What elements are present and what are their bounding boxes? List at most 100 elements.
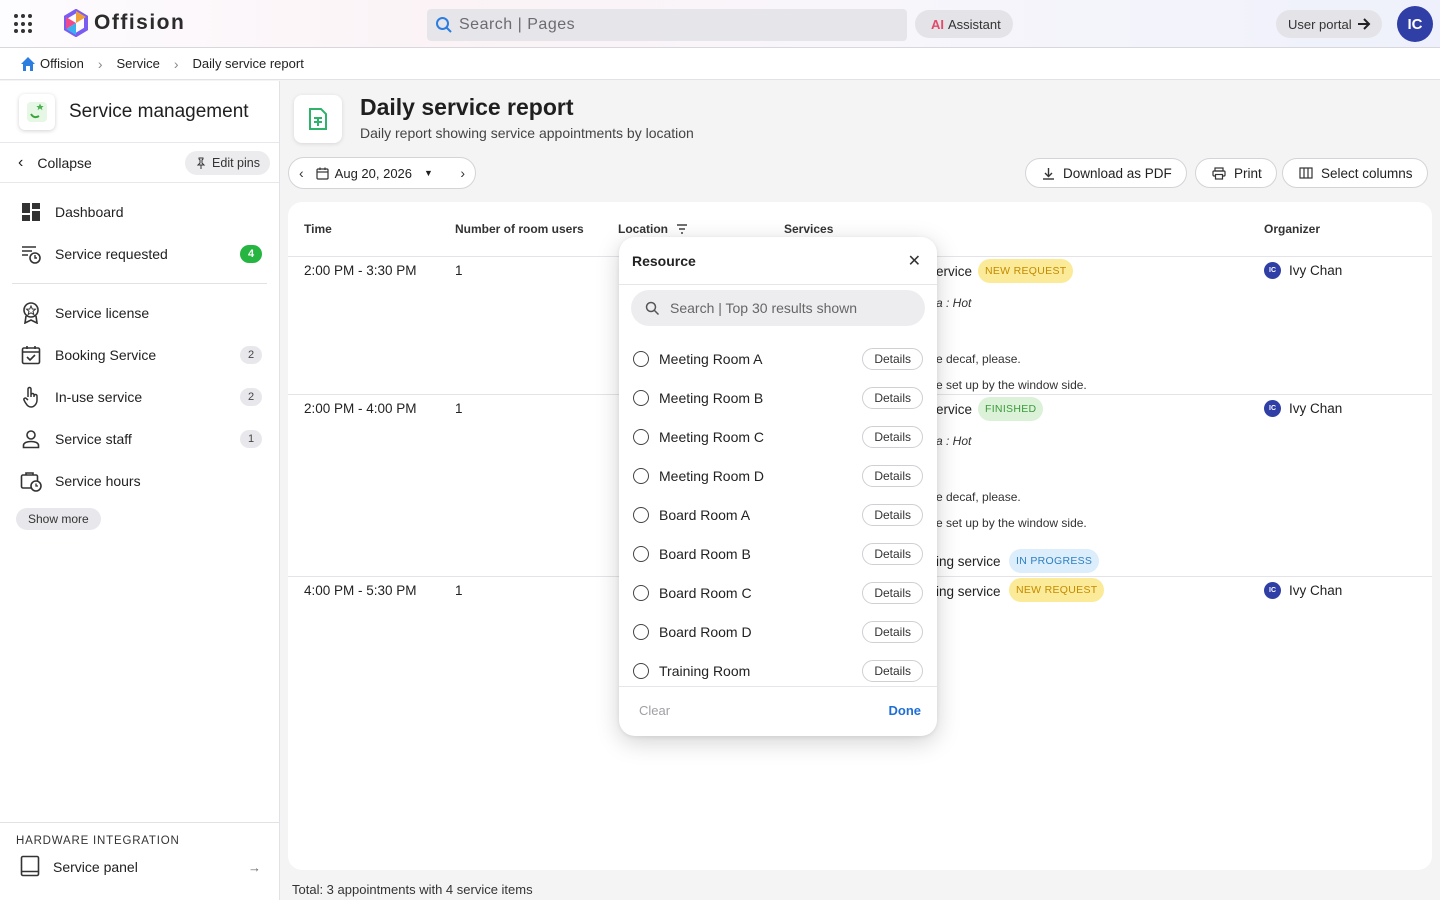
resource-option[interactable]: Meeting Room D Details [619, 456, 937, 495]
previous-day-button[interactable]: ‹ [299, 165, 304, 181]
cell-service-name: ing service [936, 554, 1001, 569]
arrow-right-icon [1357, 18, 1370, 30]
cell-room-users: 1 [455, 263, 463, 278]
radio-button[interactable] [633, 389, 649, 406]
resource-option[interactable]: Board Room B Details [619, 534, 937, 573]
sidebar-item-service-panel[interactable]: Service panel → [0, 847, 279, 887]
radio-button[interactable] [633, 350, 649, 367]
cell-service-name: ervice [936, 402, 973, 417]
count-badge: 1 [240, 430, 262, 448]
sidebar-item-in-use-service[interactable]: In-use service 2 [0, 376, 279, 418]
radio-button[interactable] [633, 428, 649, 445]
date-picker[interactable]: Aug 20, 2026 ▼ [316, 166, 433, 181]
organizer-avatar: IC [1264, 582, 1281, 599]
print-button[interactable]: Print [1195, 158, 1277, 188]
collapse-button[interactable]: ‹ Collapse Edit pins [0, 143, 279, 183]
resource-option-label: Board Room C [659, 584, 752, 601]
details-button[interactable]: Details [862, 542, 923, 565]
sidebar-item-dashboard[interactable]: Dashboard [0, 191, 279, 233]
ai-assistant-button[interactable]: AI Assistant [915, 10, 1013, 38]
sidebar-item-service-license[interactable]: Service license [0, 292, 279, 334]
sidebar-item-label: Service license [55, 305, 150, 321]
caret-down-icon: ▼ [424, 168, 433, 178]
details-button[interactable]: Details [862, 347, 923, 370]
calendar-check-icon [20, 344, 42, 366]
radio-button[interactable] [633, 584, 649, 601]
details-button[interactable]: Details [862, 503, 923, 526]
global-search-input[interactable] [459, 16, 879, 34]
popup-header: Resource ✕ [619, 237, 937, 285]
radio-button[interactable] [633, 506, 649, 523]
column-header-services[interactable]: Services [784, 222, 833, 236]
cell-time: 4:00 PM - 5:30 PM [304, 583, 417, 598]
resource-option[interactable]: Board Room C Details [619, 573, 937, 612]
breadcrumb-item: Offision [40, 56, 84, 71]
sidebar-item-service-hours[interactable]: Service hours [0, 460, 279, 502]
resource-search[interactable] [631, 290, 925, 326]
details-button[interactable]: Details [862, 464, 923, 487]
calendar-icon [316, 167, 329, 180]
pin-icon [196, 157, 206, 169]
cell-service-name: ing service [936, 584, 1001, 599]
global-search[interactable] [427, 9, 907, 41]
resource-option[interactable]: Meeting Room C Details [619, 417, 937, 456]
column-header-location-label: Location [618, 222, 668, 236]
resource-option[interactable]: Meeting Room A Details [619, 339, 937, 378]
radio-button[interactable] [633, 623, 649, 640]
details-button[interactable]: Details [862, 581, 923, 604]
show-more-button[interactable]: Show more [16, 508, 101, 530]
sidebar-item-service-requested[interactable]: Service requested 4 [0, 233, 279, 275]
resource-option[interactable]: Meeting Room B Details [619, 378, 937, 417]
resource-option[interactable]: Training Room Details [619, 651, 937, 690]
select-columns-button[interactable]: Select columns [1282, 158, 1428, 188]
download-pdf-button[interactable]: Download as PDF [1025, 158, 1187, 188]
user-portal-label: User portal [1288, 16, 1352, 32]
user-portal-button[interactable]: User portal [1276, 10, 1382, 38]
sidebar-item-label: Service panel [53, 859, 138, 875]
close-icon[interactable]: ✕ [908, 251, 921, 271]
radio-button[interactable] [633, 662, 649, 679]
sidebar-item-service-staff[interactable]: Service staff 1 [0, 418, 279, 460]
cell-organizer: IC Ivy Chan [1264, 262, 1342, 279]
resource-option-list: Meeting Room A Details Meeting Room B Deta… [619, 339, 937, 690]
cell-service-option: a : Hot [936, 434, 972, 448]
details-button[interactable]: Details [862, 386, 923, 409]
touch-icon [20, 386, 42, 408]
status-badge: FINISHED [978, 397, 1044, 421]
sidebar-header: Service management [0, 81, 279, 143]
details-button[interactable]: Details [862, 425, 923, 448]
resource-search-input[interactable] [670, 300, 910, 316]
service-management-icon [19, 93, 55, 130]
apps-grid-icon[interactable] [14, 14, 34, 34]
breadcrumb-home[interactable]: Offision [20, 56, 84, 72]
radio-button[interactable] [633, 545, 649, 562]
column-header-time[interactable]: Time [304, 222, 332, 236]
home-icon [21, 56, 35, 71]
next-day-button[interactable]: › [460, 165, 465, 181]
resource-option[interactable]: Board Room D Details [619, 612, 937, 651]
person-icon [20, 428, 42, 450]
user-avatar[interactable]: IC [1397, 6, 1433, 42]
page-title: Daily service report [360, 94, 574, 120]
details-button[interactable]: Details [862, 620, 923, 643]
columns-icon [1299, 167, 1313, 179]
breadcrumb-item[interactable]: Service [117, 56, 160, 71]
count-badge: 2 [240, 388, 262, 406]
column-header-organizer[interactable]: Organizer [1264, 222, 1320, 236]
column-header-room-users[interactable]: Number of room users [455, 222, 584, 236]
chevron-left-icon: ‹ [18, 153, 24, 171]
resource-option[interactable]: Board Room A Details [619, 495, 937, 534]
brand-logo[interactable]: Offision [64, 9, 185, 37]
edit-pins-button[interactable]: Edit pins [185, 151, 270, 175]
details-button[interactable]: Details [862, 659, 923, 682]
cell-room-users: 1 [455, 583, 463, 598]
filter-icon[interactable] [676, 224, 688, 234]
done-button[interactable]: Done [889, 703, 922, 718]
radio-button[interactable] [633, 467, 649, 484]
date-selector: ‹ Aug 20, 2026 ▼ › [288, 157, 476, 189]
date-value: Aug 20, 2026 [334, 165, 413, 181]
clear-button[interactable]: Clear [639, 703, 670, 718]
sidebar-item-booking-service[interactable]: Booking Service 2 [0, 334, 279, 376]
chevron-right-icon: › [173, 55, 179, 72]
column-header-location[interactable]: Location [618, 222, 688, 236]
